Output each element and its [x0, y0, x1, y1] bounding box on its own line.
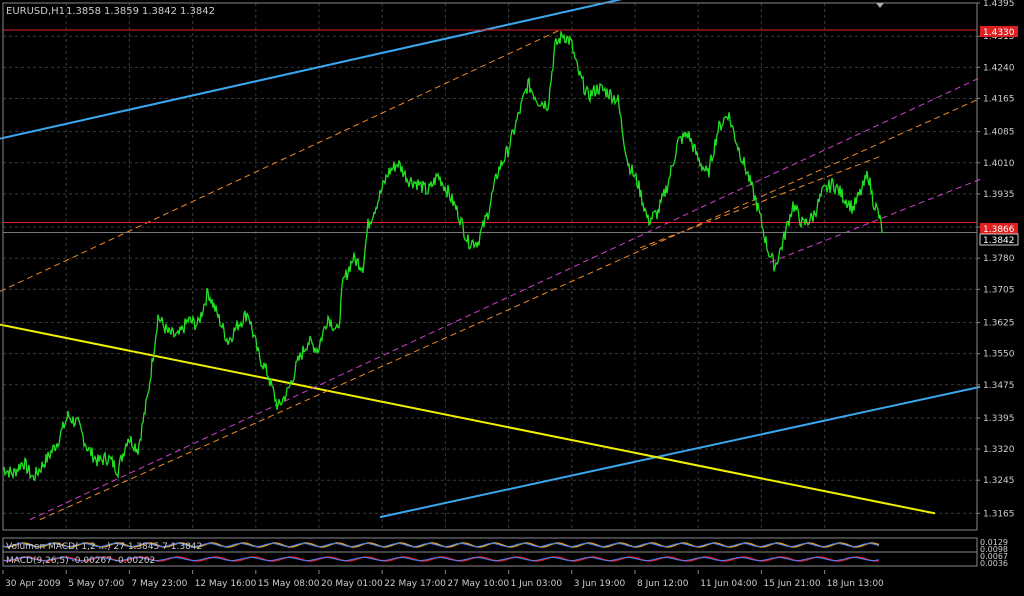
x-tick-label: 12 May 16:00 [195, 579, 257, 589]
y-tick-label: 1.3165 [983, 509, 1015, 519]
ohlc-high: 1.3859 [104, 6, 139, 17]
y-tick-label: 1.3395 [983, 414, 1015, 424]
y-tick-label: 1.3625 [983, 319, 1015, 329]
x-tick-label: 8 Jun 12:00 [637, 579, 689, 589]
y-tick-label: 1.3550 [983, 350, 1015, 360]
ohlc-open: 1.3858 [66, 6, 101, 17]
ohlc-low: 1.3842 [142, 6, 177, 17]
y-tick-label: 1.3245 [983, 476, 1015, 486]
y-tick-label: 1.4165 [983, 94, 1015, 104]
x-tick-label: 20 May 01:00 [321, 579, 383, 589]
x-tick-label: 1 Jun 03:00 [511, 579, 563, 589]
chart-background [0, 0, 1024, 596]
x-tick-label: 11 Jun 04:00 [700, 579, 757, 589]
x-tick-label: 15 May 08:00 [258, 579, 320, 589]
y-tick-label: 1.3935 [983, 190, 1015, 200]
x-tick-label: 18 Jun 13:00 [827, 579, 884, 589]
y-tick-label: 1.4085 [983, 128, 1015, 138]
current-price-label: 1.3842 [983, 236, 1015, 246]
y-tick-label: 1.4395 [983, 0, 1015, 9]
x-tick-label: 3 Jun 19:00 [574, 579, 626, 589]
chart-symbol: EURUSD,H1 [6, 6, 65, 17]
volume-macd-label: Volumen MACD( 1,2 ...) 27 1.3845 7 1.384… [6, 542, 202, 552]
x-tick-label: 15 Jun 21:00 [763, 579, 820, 589]
x-tick-label: 27 May 10:00 [447, 579, 509, 589]
chart-root[interactable]: EURUSD,H1 1.3858 1.3859 1.3842 1.3842 1.… [0, 0, 1024, 596]
macd-label: MACD(9,26,5) -0.00267 -0.00202 [6, 556, 155, 566]
ohlc-close: 1.3842 [180, 6, 215, 17]
y-tick-label: 1.3705 [983, 285, 1015, 295]
y-tick-label: 1.3320 [983, 445, 1015, 455]
y-tick-label: 1.3780 [983, 254, 1015, 264]
high-price-label: 1.4330 [983, 28, 1015, 38]
y-tick-label: 1.4240 [983, 63, 1015, 73]
x-tick-label: 22 May 17:00 [384, 579, 446, 589]
x-tick-label: 5 May 07:00 [68, 579, 124, 589]
y-tick-label: 1.4010 [983, 159, 1015, 169]
indicator-scale-4: 0.0036 [980, 559, 1008, 568]
x-tick-label: 7 May 23:00 [131, 579, 187, 589]
y-tick-label: 1.3475 [983, 381, 1015, 391]
x-tick-label: 30 Apr 2009 [5, 579, 61, 589]
